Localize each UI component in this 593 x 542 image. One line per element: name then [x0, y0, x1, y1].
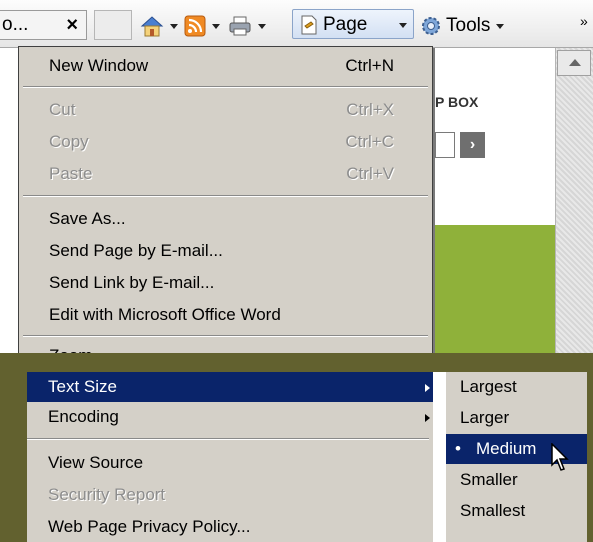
- menu-item-text-size[interactable]: Text Size: [27, 372, 433, 402]
- print-button[interactable]: [228, 13, 266, 39]
- menu-item-encoding[interactable]: Encoding: [27, 402, 433, 432]
- menu-separator: [23, 195, 428, 197]
- page-dropdown-arrow[interactable]: [399, 23, 407, 28]
- menu-item-label: New Window: [49, 56, 149, 75]
- shortcut-label: Ctrl+C: [345, 132, 394, 151]
- browser-tab[interactable]: o... ×: [0, 10, 87, 40]
- new-tab-button[interactable]: [94, 10, 132, 40]
- search-input[interactable]: [435, 132, 455, 158]
- search-go-button[interactable]: ›: [460, 132, 485, 158]
- highlight-frame-content: Text Size Encoding View Source Security …: [27, 372, 587, 542]
- menu-separator: [23, 86, 428, 88]
- menu-item-view-source[interactable]: View Source: [27, 448, 433, 478]
- text-size-smallest[interactable]: Smallest: [446, 496, 587, 526]
- menu-separator: [23, 335, 428, 337]
- feeds-icon: [184, 15, 206, 37]
- page-menu-label: Page: [323, 14, 368, 35]
- shortcut-label: Ctrl+X: [346, 100, 394, 119]
- page-button-content: Page: [299, 12, 367, 38]
- home-dropdown-arrow[interactable]: [170, 23, 178, 29]
- gear-icon: [422, 17, 440, 35]
- menu-separator: [27, 438, 429, 440]
- text-size-larger[interactable]: Larger: [446, 403, 587, 433]
- menu-item-label: Encoding: [48, 407, 119, 426]
- menu-item-edit-with-word[interactable]: Edit with Microsoft Office Word: [19, 300, 432, 330]
- submenu-arrow-icon: [425, 384, 430, 392]
- menu-item-copy: Copy Ctrl+C: [19, 127, 432, 157]
- menu-item-label: Paste: [49, 164, 93, 183]
- menu-item-label: Medium: [476, 439, 537, 458]
- home-button[interactable]: [140, 13, 178, 39]
- submenu-arrow-icon: [425, 414, 430, 422]
- page-menu-button[interactable]: Page: [292, 9, 414, 39]
- menu-item-cut: Cut Ctrl+X: [19, 95, 432, 125]
- text-size-largest[interactable]: Largest: [446, 372, 587, 402]
- shortcut-label: Ctrl+N: [345, 56, 394, 75]
- page-menu-continued: Text Size Encoding View Source Security …: [27, 372, 433, 542]
- mouse-pointer-icon: [551, 443, 569, 471]
- scroll-up-button[interactable]: [557, 50, 591, 76]
- menu-item-label: Cut: [49, 100, 76, 119]
- menu-item-label: Text Size: [48, 377, 117, 396]
- tools-menu-button[interactable]: Tools: [420, 13, 505, 39]
- menu-item-privacy-policy[interactable]: Web Page Privacy Policy...: [27, 512, 433, 542]
- radio-bullet-icon: •: [455, 439, 461, 458]
- search-box-label: P BOX: [435, 94, 479, 110]
- chevron-overflow-icon[interactable]: »: [580, 8, 588, 34]
- menu-item-new-window[interactable]: New Window Ctrl+N: [19, 51, 432, 81]
- web-page-content: [433, 372, 445, 542]
- tab-close-button[interactable]: ×: [66, 11, 78, 39]
- menu-item-save-as[interactable]: Save As...: [19, 204, 432, 234]
- print-icon: [229, 16, 251, 36]
- command-bar: o... × Page Tools »: [0, 0, 593, 48]
- menu-item-send-link[interactable]: Send Link by E-mail...: [19, 268, 432, 298]
- tab-title: o...: [2, 14, 29, 35]
- feeds-button[interactable]: [184, 13, 220, 39]
- home-icon: [140, 16, 164, 37]
- feeds-dropdown-arrow[interactable]: [212, 23, 220, 29]
- print-dropdown-arrow[interactable]: [258, 23, 266, 29]
- page-icon: [301, 15, 317, 35]
- tools-menu-label: Tools: [446, 15, 491, 36]
- menu-item-security-report: Security Report: [48, 485, 166, 504]
- menu-item-send-page[interactable]: Send Page by E-mail...: [19, 236, 432, 266]
- menu-item-paste: Paste Ctrl+V: [19, 159, 432, 189]
- menu-item-label: Copy: [49, 132, 89, 151]
- shortcut-label: Ctrl+V: [346, 164, 394, 183]
- tools-dropdown-arrow[interactable]: [496, 23, 505, 29]
